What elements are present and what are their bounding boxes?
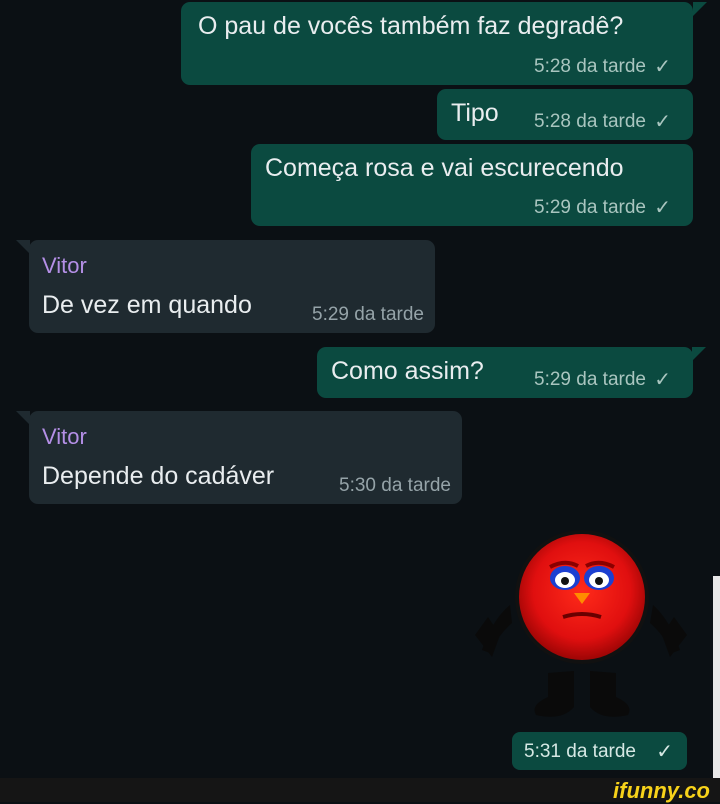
delivered-check-icon: ✓: [654, 197, 671, 219]
outgoing-message-bubble[interactable]: O pau de vocês também faz degradê? 5:28 …: [181, 2, 693, 85]
outgoing-message-bubble[interactable]: Tipo 5:28 da tarde ✓: [437, 89, 693, 140]
message-text: Tipo: [451, 99, 499, 127]
scrollbar[interactable]: [713, 576, 720, 778]
message-text: Começa rosa e vai escurecendo: [265, 154, 624, 182]
sender-name: Vitor: [42, 424, 87, 449]
message-timestamp: 5:29 da tarde: [534, 369, 646, 390]
sticker-timestamp-chip: 5:31 da tarde ✓: [512, 732, 687, 770]
message-text: Como assim?: [331, 357, 484, 385]
message-text: O pau de vocês também faz degradê?: [198, 12, 624, 40]
bubble-tail: [16, 240, 30, 254]
delivered-check-icon: ✓: [654, 56, 671, 78]
sender-name: Vitor: [42, 253, 87, 278]
incoming-message-bubble[interactable]: Vitor Depende do cadáver 5:30 da tarde: [29, 411, 462, 504]
message-timestamp: 5:28 da tarde: [534, 56, 646, 77]
message-timestamp: 5:29 da tarde: [312, 304, 424, 325]
message-timestamp: 5:29 da tarde: [534, 197, 646, 218]
message-timestamp: 5:30 da tarde: [339, 475, 451, 496]
outgoing-message-bubble[interactable]: Começa rosa e vai escurecendo 5:29 da ta…: [251, 144, 693, 226]
message-timestamp: 5:31 da tarde: [524, 741, 636, 762]
message-text: Depende do cadáver: [42, 462, 275, 490]
red-blushing-emoji-sticker[interactable]: [470, 525, 695, 730]
delivered-check-icon: ✓: [654, 369, 671, 391]
bottom-bar: [0, 778, 720, 802]
outgoing-message-bubble[interactable]: Como assim? 5:29 da tarde ✓: [317, 347, 693, 398]
bubble-tail: [16, 411, 30, 425]
bubble-tail: [692, 347, 706, 361]
incoming-message-bubble[interactable]: Vitor De vez em quando 5:29 da tarde: [29, 240, 435, 333]
message-timestamp: 5:28 da tarde: [534, 111, 646, 132]
emoji-sticker-icon: [475, 530, 687, 717]
watermark-logo: ifunny.co: [613, 778, 710, 803]
message-text: De vez em quando: [42, 291, 252, 319]
delivered-check-icon: ✓: [654, 111, 671, 133]
delivered-check-icon: ✓: [656, 741, 673, 763]
bubble-tail: [693, 2, 707, 16]
